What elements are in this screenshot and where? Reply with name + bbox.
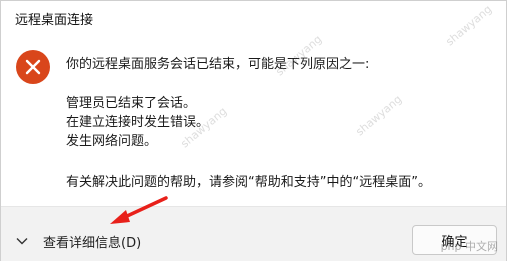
chevron-down-icon bbox=[16, 238, 28, 245]
message-reason: 发生网络问题。 bbox=[66, 134, 158, 149]
dialog-window: 远程桌面连接 你的远程桌面服务会话已结束，可能是下列原因之一: 管理员已结束了会… bbox=[0, 0, 507, 261]
message-reason: 在建立连接时发生错误。 bbox=[66, 115, 210, 130]
close-x-glyph bbox=[25, 59, 41, 75]
error-icon bbox=[16, 50, 50, 84]
dialog-footer: 查看详细信息(D) 确定 bbox=[1, 206, 506, 261]
message-heading: 你的远程桌面服务会话已结束，可能是下列原因之一: bbox=[66, 57, 370, 72]
help-text: 有关解决此问题的帮助，请参阅“帮助和支持”中的“远程桌面”。 bbox=[66, 175, 431, 190]
watermark-text: shawyang bbox=[443, 2, 495, 49]
details-label: 查看详细信息(D) bbox=[43, 235, 142, 251]
watermark-text: shawyang bbox=[353, 92, 405, 139]
window-title: 远程桌面连接 bbox=[15, 13, 94, 28]
site-watermark: php 中文网 bbox=[440, 240, 498, 253]
message-reason: 管理员已结束了会话。 bbox=[66, 96, 197, 111]
show-details-toggle[interactable]: 查看详细信息(D) bbox=[15, 229, 141, 253]
